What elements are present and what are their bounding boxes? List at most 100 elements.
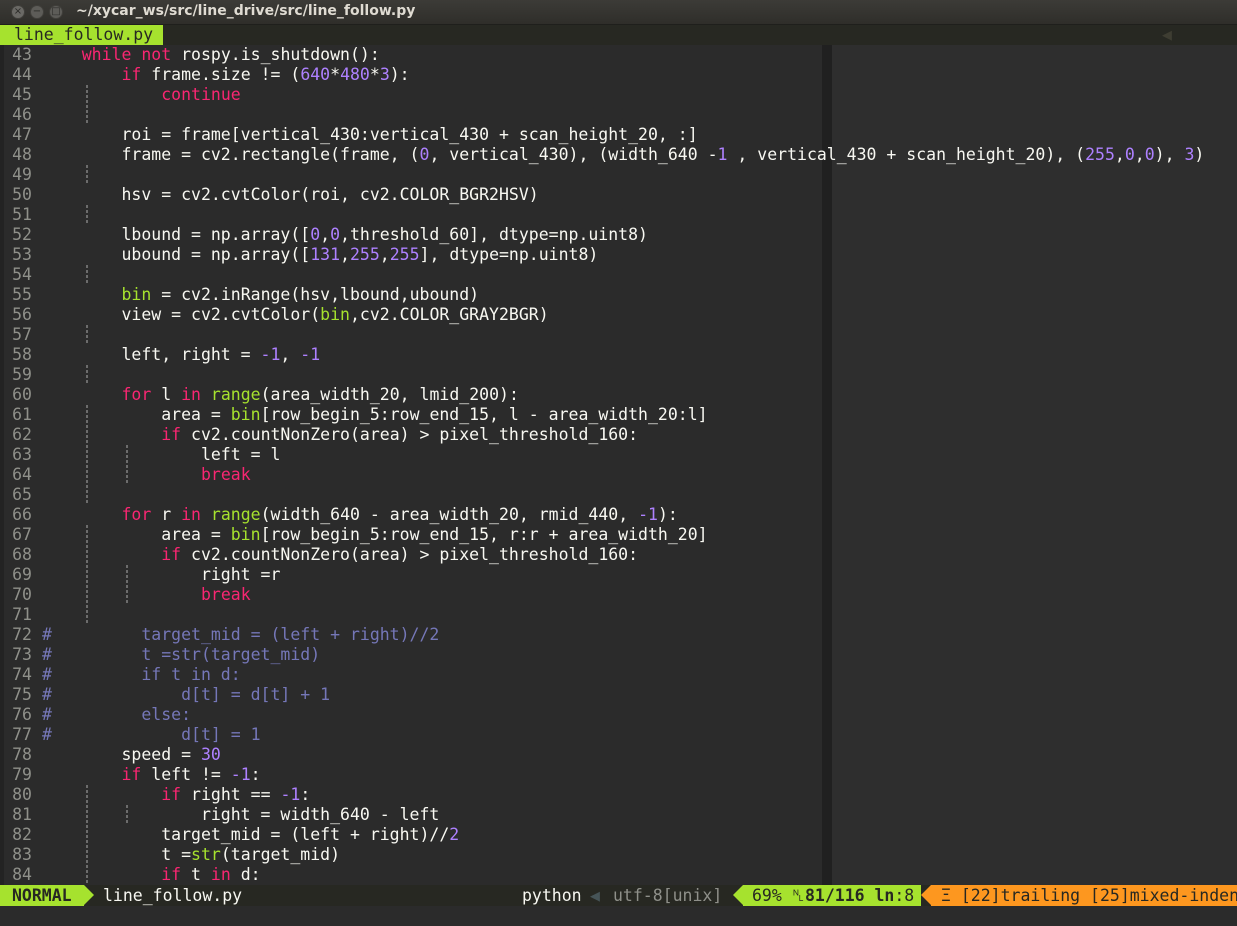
code-text: for r in range(width_640 - area_width_20… [121,505,678,524]
tab-line-follow[interactable]: line_follow.py [0,25,164,45]
code-line[interactable]: 58 left, right = -1, -1 [0,345,1237,365]
code-line[interactable]: 45 continue [0,85,1237,105]
code-text: bin = cv2.inRange(hsv,lbound,ubound) [121,285,480,304]
code-text: if cv2.countNonZero(area) > pixel_thresh… [161,425,639,444]
code-line[interactable]: 71 [0,605,1237,625]
code-line[interactable]: 66 for r in range(width_640 - area_width… [0,505,1237,525]
code-line[interactable]: 48 frame = cv2.rectangle(frame, (0, vert… [0,145,1237,165]
line-number: 51 [12,205,32,224]
line-number: 72 [12,625,32,644]
thin-separator-icon: ◀ [590,886,600,905]
code-line[interactable]: 61 area = bin[row_begin_5:row_end_15, l … [0,405,1237,425]
code-line[interactable]: 47 roi = frame[vertical_430:vertical_430… [0,125,1237,145]
line-number: 52 [12,225,32,244]
code-line[interactable]: 50 hsv = cv2.cvtColor(roi, cv2.COLOR_BGR… [0,185,1237,205]
code-line[interactable]: 59 [0,365,1237,385]
line-number: 49 [12,165,32,184]
line-number: 55 [12,285,32,304]
code-line[interactable]: 76 # else: [0,705,1237,725]
indent-guide [86,325,88,345]
code-line[interactable]: 78 speed = 30 [0,745,1237,765]
close-window-icon[interactable]: × [11,5,25,19]
maximize-window-icon[interactable]: □ [49,5,63,19]
code-text: left, right = -1, -1 [42,345,321,364]
line-number: 57 [12,325,32,344]
code-line[interactable]: 52 lbound = np.array([0,0,threshold_60],… [0,225,1237,245]
line-number: 71 [12,605,32,624]
code-text: t =str(target_mid) [42,845,341,864]
code-line[interactable]: 83 t =str(target_mid) [0,845,1237,865]
code-text: right =r [42,565,281,584]
line-number: 79 [12,765,32,784]
code-line[interactable]: 70 break [0,585,1237,605]
code-line[interactable]: 57 [0,325,1237,345]
code-line[interactable]: 73 # t =str(target_mid) [0,645,1237,665]
cursor-position: 69% ␤81/116 ln:8 [743,885,921,906]
code-text: continue [161,85,241,104]
line-number: 46 [12,105,32,124]
line-number: 61 [12,405,32,424]
ln-label: ln [874,886,895,905]
code-line[interactable]: 44 if frame.size != (640*480*3): [0,65,1237,85]
code-line[interactable]: 68 if cv2.countNonZero(area) > pixel_thr… [0,545,1237,565]
line-number: 75 [12,685,32,704]
code-editor[interactable]: 43 while not rospy.is_shutdown(): 44 if f… [0,45,1237,885]
code-line[interactable]: 63 left = l [0,445,1237,465]
code-text: right = width_640 - left [42,805,440,824]
code-line[interactable]: 62 if cv2.countNonZero(area) > pixel_thr… [0,425,1237,445]
line-number: 82 [12,825,32,844]
command-line[interactable] [0,906,1237,926]
code-line[interactable]: 79 if left != -1: [0,765,1237,785]
code-line[interactable]: 69 right =r [0,565,1237,585]
code-line[interactable]: 51 [0,205,1237,225]
statusline-filename: line_follow.py [103,886,243,905]
code-line[interactable]: 53 ubound = np.array([131,255,255], dtyp… [0,245,1237,265]
code-line[interactable]: 82 target_mid = (left + right)//2 [0,825,1237,845]
window-title: ~/xycar_ws/src/line_drive/src/line_follo… [76,3,416,19]
code-text: view = cv2.cvtColor(bin,cv2.COLOR_GRAY2B… [42,305,549,324]
code-text: if frame.size != (640*480*3): [121,65,410,84]
mode-indicator: NORMAL [0,885,84,906]
code-line[interactable]: 55 bin = cv2.inRange(hsv,lbound,ubound) [0,285,1237,305]
line-position: 81/116 [804,886,865,905]
code-line[interactable]: 56 view = cv2.cvtColor(bin,cv2.COLOR_GRA… [0,305,1237,325]
code-line[interactable]: 60 for l in range(area_width_20, lmid_20… [0,385,1237,405]
line-number: 84 [12,865,32,884]
code-line[interactable]: 75 # d[t] = d[t] + 1 [0,685,1237,705]
line-number: 43 [12,45,32,64]
code-line[interactable]: 74 # if t in d: [0,665,1237,685]
code-line[interactable]: 64 break [0,465,1237,485]
code-text: lbound = np.array([0,0,threshold_60], dt… [42,225,648,244]
code-line[interactable]: 46 [0,105,1237,125]
line-number: 77 [12,725,32,744]
indent-guide [86,485,88,505]
code-text: # d[t] = d[t] + 1 [42,685,331,704]
code-line[interactable]: 72 # target_mid = (left + right)//2 [0,625,1237,645]
code-line[interactable]: 81 right = width_640 - left [0,805,1237,825]
code-text: # t =str(target_mid) [42,645,321,664]
indent-guide [86,165,88,185]
code-line[interactable]: 84 if t in d: [0,865,1237,885]
line-number: 80 [12,785,32,804]
warning-separator-icon [921,885,931,905]
vim-tabline: line_follow.py ◀ buffer [0,25,1237,64]
code-line[interactable]: 67 area = bin[row_begin_5:row_end_15, r:… [0,525,1237,545]
code-line[interactable]: 54 [0,265,1237,285]
line-number: 62 [12,425,32,444]
line-number: 44 [12,65,32,84]
window-titlebar[interactable]: × − □ ~/xycar_ws/src/line_drive/src/line… [0,0,1237,25]
line-number: 48 [12,145,32,164]
filetype-indicator: python [522,886,582,905]
code-text: left = l [42,445,281,464]
minimize-window-icon[interactable]: − [30,5,44,19]
line-number: 60 [12,385,32,404]
code-line[interactable]: 43 while not rospy.is_shutdown(): [0,45,1237,65]
tab-separator-icon: ◀ [1162,25,1172,44]
code-line[interactable]: 80 if right == -1: [0,785,1237,805]
indent-guide [86,105,88,125]
code-line[interactable]: 77 # d[t] = 1 [0,725,1237,745]
line-number: 54 [12,265,32,284]
line-number: 58 [12,345,32,364]
code-line[interactable]: 49 [0,165,1237,185]
code-line[interactable]: 65 [0,485,1237,505]
